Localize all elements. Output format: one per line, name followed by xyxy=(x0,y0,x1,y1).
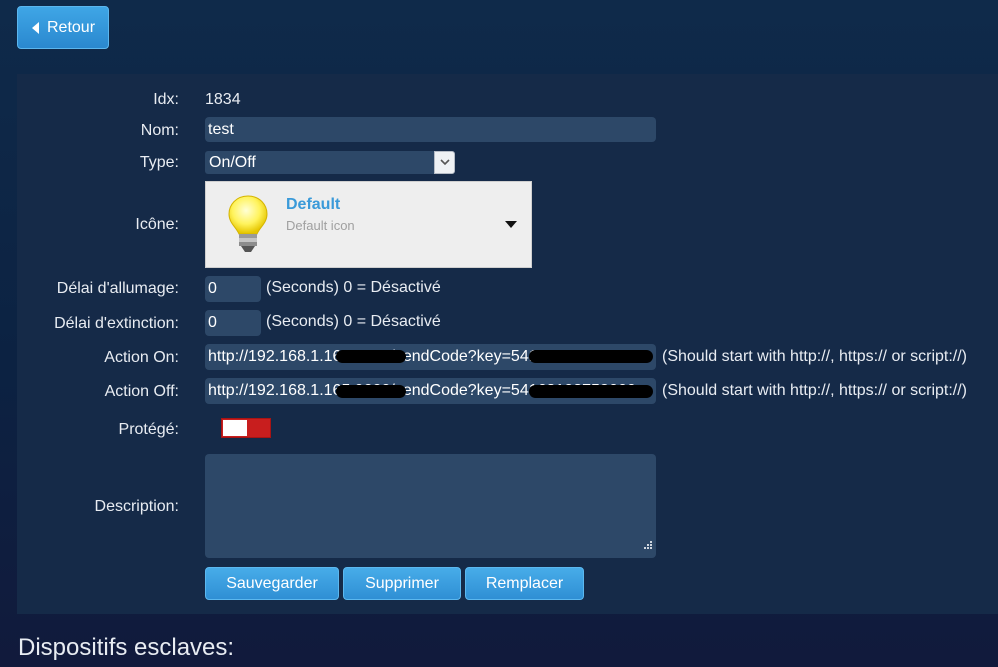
redaction-mark xyxy=(336,385,406,398)
type-select-value: On/Off xyxy=(209,153,256,171)
action-off-hint: (Should start with http://, https:// or … xyxy=(662,382,967,399)
name-label: Nom: xyxy=(140,122,179,139)
delete-button[interactable]: Supprimer xyxy=(343,567,461,600)
off-delay-hint: (Seconds) 0 = Désactivé xyxy=(266,313,441,330)
idx-value: 1834 xyxy=(205,91,241,108)
resize-grip-icon[interactable] xyxy=(644,537,653,555)
protected-toggle[interactable] xyxy=(221,418,271,438)
save-button[interactable]: Sauvegarder xyxy=(205,567,339,600)
redaction-mark xyxy=(336,350,406,363)
on-delay-label: Délai d'allumage: xyxy=(56,280,179,297)
description-label: Description: xyxy=(94,498,179,515)
back-button-label: Retour xyxy=(47,18,96,36)
action-on-hint: (Should start with http://, https:// or … xyxy=(662,348,967,365)
slave-devices-title: Dispositifs esclaves: xyxy=(18,634,235,661)
delete-button-label: Supprimer xyxy=(365,574,439,592)
redaction-mark xyxy=(529,350,653,363)
replace-button[interactable]: Remplacer xyxy=(465,567,584,600)
caret-down-icon xyxy=(505,221,517,228)
save-button-label: Sauvegarder xyxy=(226,574,318,592)
idx-label: Idx: xyxy=(153,91,179,108)
name-input-value: test xyxy=(208,120,234,138)
redaction-mark xyxy=(529,385,653,398)
chevron-left-icon xyxy=(32,21,39,34)
protected-label: Protégé: xyxy=(118,421,179,438)
replace-button-label: Remplacer xyxy=(485,574,564,592)
off-delay-input[interactable]: 0 xyxy=(205,310,261,336)
type-select[interactable]: On/Off xyxy=(205,151,455,174)
off-delay-label: Délai d'extinction: xyxy=(54,315,179,332)
on-delay-input[interactable]: 0 xyxy=(205,276,261,302)
icon-label: Icône: xyxy=(135,216,179,233)
back-button[interactable]: Retour xyxy=(17,6,109,49)
toggle-knob xyxy=(223,420,247,436)
light-bulb-icon xyxy=(226,194,270,259)
action-on-label: Action On: xyxy=(104,349,179,366)
icon-picker[interactable]: Default Default icon xyxy=(205,181,532,268)
on-delay-hint: (Seconds) 0 = Désactivé xyxy=(266,279,441,296)
icon-picker-title: Default xyxy=(286,196,341,213)
description-textarea[interactable] xyxy=(205,454,656,558)
name-input[interactable]: test xyxy=(205,117,656,142)
icon-picker-subtitle: Default icon xyxy=(286,218,355,233)
chevron-down-icon xyxy=(434,151,455,174)
off-delay-input-value: 0 xyxy=(208,314,217,331)
type-label: Type: xyxy=(139,154,179,171)
action-off-label: Action Off: xyxy=(104,383,179,400)
on-delay-input-value: 0 xyxy=(208,280,217,297)
